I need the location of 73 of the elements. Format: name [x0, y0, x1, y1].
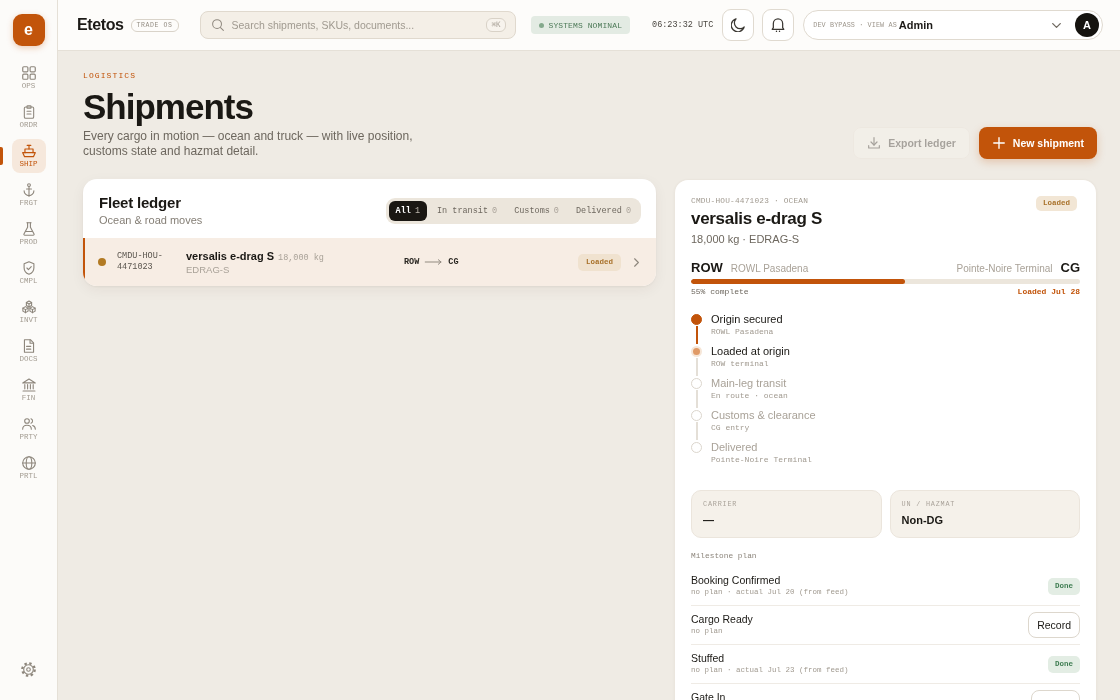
active-indicator: [0, 147, 3, 165]
milestone-title: Stuffed: [691, 652, 726, 665]
timeline-step-title: Loaded at origin: [711, 344, 790, 358]
avatar: A: [1075, 13, 1099, 37]
status-dot-icon: [538, 22, 544, 28]
timeline-step-detail: ROW terminal: [711, 358, 770, 369]
timeline-step-title: Delivered: [711, 440, 759, 454]
shipment-sku: EDRAG-S: [186, 263, 230, 276]
card-subtitle: Ocean & road moves: [99, 213, 203, 227]
timeline-connector: [695, 357, 698, 376]
clipboard-icon: [21, 104, 36, 119]
filter-tab[interactable]: Delivered 0: [568, 200, 638, 221]
page-description: Every cargo in motion — ocean and truck — with live position, customs state and hazmat detail.: [83, 129, 414, 159]
fact-value: Non-DG: [901, 513, 945, 528]
progress-label: 55% complete: [691, 287, 749, 297]
shipment-weight: 18,000 kg: [278, 252, 324, 263]
filter-tab[interactable]: All 1: [388, 200, 427, 221]
milestone-title: Cargo Ready: [691, 613, 753, 626]
timeline-connector: [695, 421, 698, 440]
globe-icon: [21, 455, 36, 470]
shipment-name: versalis e-drag S: [186, 248, 275, 263]
new-shipment-button[interactable]: New shipment: [978, 127, 1097, 159]
shield-check-icon: [21, 260, 36, 275]
timeline-connector: [695, 389, 698, 408]
system-status-label: SYSTEMS NOMINAL: [548, 20, 623, 30]
arrow-icon: [424, 259, 444, 265]
timeline-step-detail: En route · ocean: [711, 390, 788, 401]
destination-place: Pointe-Noire Terminal: [956, 263, 1053, 274]
timeline-step-detail: Pointe-Noire Terminal: [711, 454, 812, 465]
origin-code: ROW: [691, 260, 723, 275]
shipment-title: versalis e-drag S: [691, 208, 822, 230]
theme-toggle-button[interactable]: [722, 9, 755, 41]
record-button[interactable]: Record: [1028, 612, 1080, 638]
timeline-step-title: Origin secured: [711, 312, 783, 326]
plus-icon: [992, 137, 1005, 149]
document-icon: [21, 338, 36, 353]
fact-value: —: [703, 513, 715, 528]
section-eyebrow: LOGISTICS: [83, 71, 138, 81]
route-origin: ROW: [404, 257, 420, 267]
cubes-icon: [21, 299, 36, 314]
moon-icon: [731, 18, 746, 32]
chevron-right-icon: [634, 257, 639, 267]
bell-icon: [771, 18, 786, 32]
route-destination: CG: [448, 257, 459, 267]
user-name: Admin: [898, 19, 934, 31]
timeline-step-title: Main-leg transit: [711, 376, 788, 390]
flask-icon: [21, 221, 36, 236]
card-title: Fleet ledger: [99, 194, 182, 212]
chevron-down-icon: [1052, 22, 1061, 28]
ship-icon: [21, 143, 36, 158]
search-icon: [211, 19, 224, 31]
origin-place: ROWL Pasadena: [730, 263, 809, 274]
page-title: Shipments: [83, 87, 254, 127]
people-icon: [21, 416, 36, 431]
brand-name: Etetos: [77, 16, 124, 34]
settings-icon[interactable]: [21, 662, 36, 677]
download-icon: [868, 137, 881, 149]
anchor-icon: [21, 182, 36, 197]
shipment-summary: 18,000 kg · EDRAG-S: [691, 232, 801, 246]
timeline-connector: [695, 325, 698, 344]
timeline-step-detail: ROWL Pasadena: [711, 326, 775, 337]
progress-status: Loaded Jul 28: [1017, 287, 1080, 297]
clock-text: 06:23:32 UTC: [652, 20, 714, 30]
filter-tab[interactable]: In transit 0: [430, 200, 505, 221]
app-logo: e: [12, 14, 45, 46]
timeline-step-title: Customs & clearance: [711, 408, 816, 422]
bank-icon: [21, 377, 36, 392]
timeline-step-detail: CG entry: [711, 422, 751, 433]
grid-icon: [21, 65, 36, 80]
milestone-title: Booking Confirmed: [691, 574, 782, 587]
destination-code: CG: [1060, 260, 1080, 275]
notifications-button[interactable]: [762, 9, 795, 41]
shipment-id: CMDU-HOU-4471023: [117, 251, 164, 273]
